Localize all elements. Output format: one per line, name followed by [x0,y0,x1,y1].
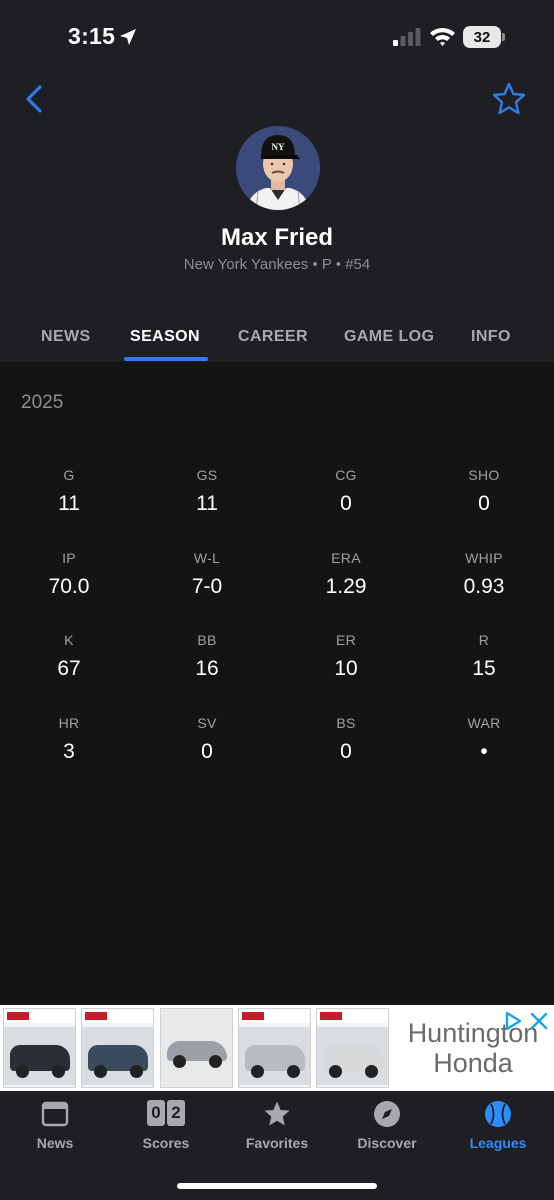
stat-value-ip: 70.0 [48,575,90,598]
nav-discover-label: Discover [357,1135,417,1151]
star-filled-icon [264,1101,290,1126]
scoreboard-icon: 0 2 [147,1100,187,1128]
ad-car-photo [316,1008,389,1088]
stat-value-sho: 0 [478,492,490,515]
stat-value-gs: 11 [196,492,218,515]
stat-value-whip: 0.93 [463,575,505,598]
status-time: 3:15 [68,23,116,49]
stat-label-sho: SHO [468,467,500,483]
baseball-icon [485,1101,511,1127]
stat-label-k: K [64,632,74,648]
score-digit: 2 [167,1100,185,1126]
player-name: Max Fried [220,224,334,251]
home-indicator[interactable] [177,1183,377,1189]
stat-label-w-l: W-L [193,550,221,566]
stat-value-er: 10 [334,657,358,680]
stat-label-g: G [63,467,75,483]
stat-label-cg: CG [335,467,357,483]
player-photo: NY [236,126,320,210]
battery-level: 32 [473,28,491,46]
tab-season[interactable]: SEASON [130,328,200,346]
ad-car-photo [3,1008,76,1088]
stat-value-hr: 3 [63,740,75,763]
location-arrow-icon [120,29,136,45]
stat-label-whip: WHIP [465,550,503,566]
stat-label-era: ERA [331,550,361,566]
season-year: 2025 [21,392,64,413]
stat-label-sv: SV [197,715,217,731]
battery-nub [502,33,505,41]
compass-icon [374,1101,400,1127]
stat-label-war: WAR [467,715,501,731]
nav-news-label: News [36,1135,74,1151]
ad-car-photo [81,1008,154,1088]
ad-brand-line2: Honda [433,1048,513,1078]
stat-value-g: 11 [58,492,80,515]
tab-news[interactable]: NEWS [41,328,91,346]
stat-label-bb: BB [197,632,217,648]
stat-value-k: 67 [57,657,81,680]
nav-scores[interactable]: 0 2 Scores [116,1100,216,1160]
wifi-icon [430,27,455,46]
player-avatar: NY [236,126,320,210]
tab-game-log[interactable]: GAME LOG [344,328,434,346]
stat-value-r: 15 [472,657,496,680]
stat-value-bs: 0 [340,740,352,763]
stat-value-cg: 0 [340,492,352,515]
ad-choices-icon[interactable] [502,1010,524,1032]
newspaper-icon [41,1101,69,1127]
stat-value-era: 1.29 [325,575,367,598]
ad-car-photo [238,1008,311,1088]
stat-label-ip: IP [62,550,76,566]
star-outline-icon[interactable] [490,80,528,118]
stat-label-hr: HR [58,715,80,731]
svg-text:NY: NY [272,142,285,152]
tab-info[interactable]: INFO [471,328,511,346]
stat-value-bb: 16 [195,657,219,680]
battery-indicator: 32 [463,26,501,48]
stat-value-war: • [480,740,488,763]
ad-car-photo [160,1008,233,1088]
stat-label-bs: BS [336,715,356,731]
nav-scores-label: Scores [142,1135,190,1151]
stat-value-w-l: 7-0 [191,575,223,598]
score-digit: 0 [147,1100,165,1126]
stat-label-er: ER [335,632,357,648]
nav-leagues[interactable]: Leagues [448,1100,548,1160]
tab-career[interactable]: CAREER [238,328,308,346]
close-icon[interactable] [528,1010,550,1032]
stat-value-sv: 0 [201,740,213,763]
stat-label-r: R [478,632,490,648]
cellular-signal-icon [393,28,421,46]
nav-favorites[interactable]: Favorites [227,1100,327,1160]
player-team-position: New York Yankees • P • #54 [183,256,371,273]
nav-favorites-label: Favorites [245,1135,309,1151]
active-tab-indicator [124,357,208,361]
nav-discover[interactable]: Discover [337,1100,437,1160]
nav-news[interactable]: News [5,1100,105,1160]
chevron-left-icon[interactable] [18,82,52,116]
stat-label-gs: GS [196,467,218,483]
nav-leagues-label: Leagues [469,1135,527,1151]
